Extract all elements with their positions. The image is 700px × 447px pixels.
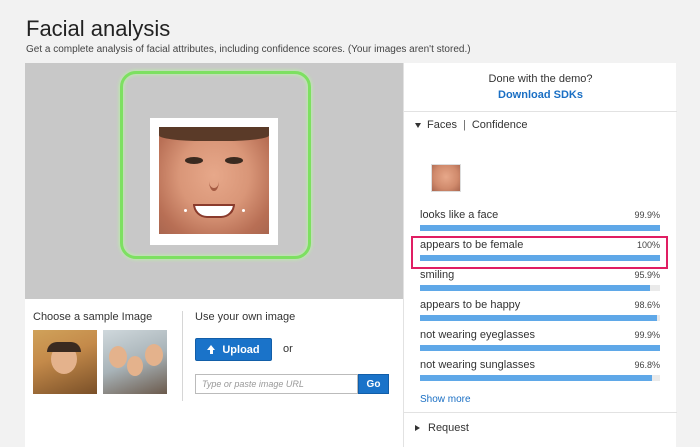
attribute-value: 96.8% [634, 360, 660, 370]
attribute-label: appears to be happy [420, 299, 521, 311]
attribute-value: 95.9% [634, 270, 660, 280]
upload-icon [207, 345, 216, 354]
confidence-bar [420, 285, 660, 291]
sample-image-label: Choose a sample Image [33, 311, 153, 323]
tab-separator: | [462, 119, 466, 131]
request-section-header[interactable]: Request [415, 422, 469, 434]
upload-button[interactable]: Upload [195, 338, 272, 361]
confidence-bar [420, 345, 660, 351]
attribute-label: not wearing eyeglasses [420, 329, 535, 341]
own-image-label: Use your own image [195, 311, 296, 323]
page-subtitle: Get a complete analysis of facial attrib… [26, 44, 471, 55]
image-stage [25, 63, 404, 299]
tab-confidence[interactable]: Confidence [472, 119, 528, 131]
download-sdks-link[interactable]: Download SDKs [404, 89, 677, 101]
confidence-bar [420, 375, 660, 381]
page-title: Facial analysis [26, 16, 171, 41]
divider [404, 412, 677, 413]
image-panel: Choose a sample Image Use your own image… [25, 63, 404, 447]
face-detection-box [120, 71, 311, 259]
results-panel: Done with the demo? Download SDKs Faces … [403, 63, 677, 447]
image-url-input[interactable] [195, 374, 358, 394]
attribute-value: 98.6% [634, 300, 660, 310]
upload-label: Upload [222, 343, 260, 356]
sample-image-1[interactable] [33, 330, 97, 394]
highlight-box [411, 236, 668, 269]
attribute-value: 99.9% [634, 210, 660, 220]
request-label: Request [428, 422, 469, 434]
attribute-value: 99.9% [634, 330, 660, 340]
divider [404, 111, 677, 112]
confidence-bar [420, 315, 660, 321]
attribute-label: smiling [420, 269, 455, 281]
tab-faces[interactable]: Faces [427, 119, 457, 131]
section-divider [182, 311, 183, 401]
demo-prompt: Done with the demo? [488, 73, 593, 85]
show-more-link[interactable]: Show more [420, 394, 471, 405]
detected-face-thumbnail[interactable] [431, 164, 461, 192]
expand-arrow-icon [415, 122, 421, 128]
sample-image-2[interactable] [103, 330, 167, 394]
go-button[interactable]: Go [358, 374, 389, 394]
confidence-bar [420, 225, 660, 231]
attribute-label: looks like a face [420, 209, 499, 221]
attribute-label: not wearing sunglasses [420, 359, 535, 371]
or-text: or [283, 343, 293, 355]
collapse-arrow-icon [415, 425, 420, 431]
faces-section-header[interactable]: Faces | Confidence [415, 119, 527, 131]
